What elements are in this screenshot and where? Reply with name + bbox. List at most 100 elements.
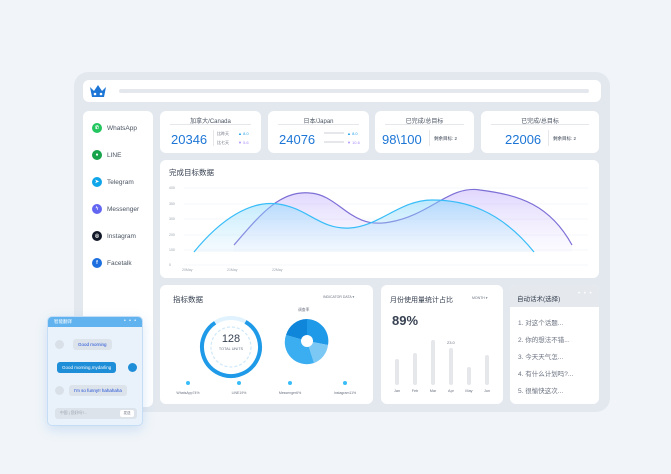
messenger-icon: ϟ bbox=[92, 204, 102, 214]
sidebar-item-label: Messenger bbox=[107, 205, 140, 213]
month-bar bbox=[485, 355, 489, 385]
chat-input-placeholder: 中国 | 您好吗?... bbox=[60, 411, 88, 415]
card-title: 指标数据 bbox=[173, 295, 203, 304]
divider bbox=[385, 124, 464, 125]
legend-label: Messenger6% bbox=[278, 391, 302, 395]
phrase-item[interactable]: 3. 今天天气怎... bbox=[518, 351, 563, 361]
chat-title: 智能翻译 bbox=[54, 319, 72, 324]
sidebar-item-label: WhatsApp bbox=[107, 124, 137, 132]
avatar bbox=[128, 363, 137, 372]
send-button[interactable]: 发送 bbox=[120, 410, 134, 417]
indicator-card: 指标数据 INDICATOR DATA ▾ 128 TOTAL UNITS 调查… bbox=[160, 285, 373, 404]
pie-label: 调查率 bbox=[298, 308, 310, 312]
phrase-item[interactable]: 2. 你的想法不错... bbox=[518, 334, 570, 344]
avatar bbox=[55, 340, 64, 349]
sidebar-item-label: Telegram bbox=[107, 178, 134, 186]
more-dots-icon[interactable]: • • • bbox=[124, 318, 137, 324]
divider bbox=[491, 124, 589, 125]
stat-row-label: 比昨天 bbox=[217, 131, 229, 136]
translation-chat-widget: 智能翻译 • • • Good morning Good morning,myd… bbox=[47, 316, 143, 426]
x-tick: 20May bbox=[182, 268, 193, 272]
sidebar-item-instagram[interactable]: ◎ Instagram bbox=[92, 231, 136, 241]
divider bbox=[548, 130, 549, 146]
stat-row-label: 比七天 bbox=[217, 140, 229, 145]
x-tick: 21May bbox=[227, 268, 238, 272]
placeholder-line bbox=[324, 141, 344, 143]
sidebar-item-line[interactable]: ● LINE bbox=[92, 150, 121, 160]
x-tick: 22May bbox=[272, 268, 283, 272]
more-dots-icon[interactable]: • • • bbox=[578, 291, 593, 297]
stat-row-trend: ▼ 5.6 bbox=[238, 140, 249, 145]
card-title: 月份使用量统计占比 bbox=[390, 297, 453, 304]
stat-value: 22006 bbox=[505, 132, 542, 147]
total-label: TOTAL UNITS bbox=[218, 347, 244, 351]
chat-message-incoming: I'm so funny!! hahahaha bbox=[69, 385, 127, 396]
auto-phrases-card: 自动话术(选择) • • • 1. 对这个话题... 2. 你的想法不错... … bbox=[510, 285, 599, 404]
instagram-icon: ◎ bbox=[92, 231, 102, 241]
stat-card-total: 已完成/总目标 22006 剩余目标: 2 bbox=[481, 111, 599, 153]
stat-row-trend: ▲ 8.0 bbox=[347, 131, 358, 136]
line-icon: ● bbox=[92, 150, 102, 160]
month-label: Mar bbox=[429, 389, 437, 393]
chat-message-outgoing: Good morning,mydarling bbox=[57, 362, 117, 373]
divider bbox=[170, 124, 251, 125]
month-label: May bbox=[465, 389, 473, 393]
legend-dot bbox=[288, 381, 292, 385]
month-bar bbox=[467, 367, 471, 385]
stat-value: 24076 bbox=[279, 132, 316, 147]
total-value: 128 bbox=[221, 333, 241, 345]
legend-label: Instagram11% bbox=[333, 391, 357, 395]
month-label: Jan bbox=[393, 389, 401, 393]
address-bar[interactable] bbox=[119, 89, 589, 93]
card-title: 自动话术(选择) bbox=[517, 296, 561, 303]
facebook-icon: f bbox=[92, 258, 102, 268]
divider bbox=[429, 130, 430, 146]
peak-label: 23.0 bbox=[447, 340, 455, 345]
stat-note: 剩余目标: 2 bbox=[434, 136, 458, 141]
top-bar bbox=[83, 80, 601, 102]
legend-dot bbox=[343, 381, 347, 385]
stat-card-progress: 已完成/总目标 98\100 剩余目标: 2 bbox=[375, 111, 474, 153]
stat-card-japan: 日本/Japan 24076 ▲ 8.0 ▼ 10.6 bbox=[268, 111, 369, 153]
month-bar bbox=[395, 359, 399, 385]
sidebar-item-label: Facetalk bbox=[107, 259, 132, 267]
usage-percent: 89% bbox=[392, 313, 419, 328]
goal-chart-card: 完成目标数据 400 350 300 200 100 50 0 20May 21… bbox=[160, 160, 599, 278]
stat-value: 20346 bbox=[171, 132, 208, 147]
legend-label: WhatsApp74% bbox=[176, 391, 200, 395]
crown-logo-icon bbox=[90, 85, 106, 97]
area-chart bbox=[184, 187, 588, 266]
month-bar bbox=[413, 353, 417, 385]
legend-label: LINE19% bbox=[231, 391, 247, 395]
divider bbox=[213, 130, 214, 146]
pie-chart bbox=[284, 319, 329, 365]
month-dropdown[interactable]: MONTH ▾ bbox=[472, 296, 488, 300]
stat-card-canada: 加拿大/Canada 20346 比昨天 ▲ 8.0 比七天 ▼ 5.6 bbox=[160, 111, 261, 153]
stat-row-trend: ▼ 10.6 bbox=[347, 140, 360, 145]
phrase-item[interactable]: 1. 对这个话题... bbox=[518, 317, 563, 327]
indicator-dropdown[interactable]: INDICATOR DATA ▾ bbox=[323, 295, 354, 299]
legend-dot bbox=[186, 381, 190, 385]
telegram-icon: ➤ bbox=[92, 177, 102, 187]
stat-note: 剩余目标: 2 bbox=[553, 136, 577, 141]
sidebar-item-telegram[interactable]: ➤ Telegram bbox=[92, 177, 134, 187]
placeholder-line bbox=[324, 132, 344, 134]
whatsapp-icon: ✆ bbox=[92, 123, 102, 133]
month-bar bbox=[431, 340, 435, 385]
sidebar-item-label: Instagram bbox=[107, 232, 136, 240]
month-bar bbox=[449, 348, 453, 385]
monthly-usage-card: 月份使用量统计占比 MONTH ▾ 89% 23.0 Jan Feb Mar A… bbox=[381, 285, 503, 404]
month-label: Feb bbox=[411, 389, 419, 393]
stat-value: 98\100 bbox=[382, 132, 422, 147]
sidebar-item-whatsapp[interactable]: ✆ WhatsApp bbox=[92, 123, 137, 133]
month-label: Jun bbox=[483, 389, 491, 393]
phrase-item[interactable]: 5. 很愉快这次... bbox=[518, 385, 563, 395]
sidebar-item-messenger[interactable]: ϟ Messenger bbox=[92, 204, 139, 214]
phrase-item[interactable]: 4. 有什么计划吗?... bbox=[518, 368, 573, 378]
sidebar-item-facetalk[interactable]: f Facetalk bbox=[92, 258, 132, 268]
sidebar-item-label: LINE bbox=[107, 151, 122, 159]
chat-header: 智能翻译 • • • bbox=[48, 317, 142, 327]
chat-input[interactable]: 中国 | 您好吗?... 发送 bbox=[55, 408, 137, 419]
divider bbox=[278, 124, 359, 125]
legend-dot bbox=[237, 381, 241, 385]
